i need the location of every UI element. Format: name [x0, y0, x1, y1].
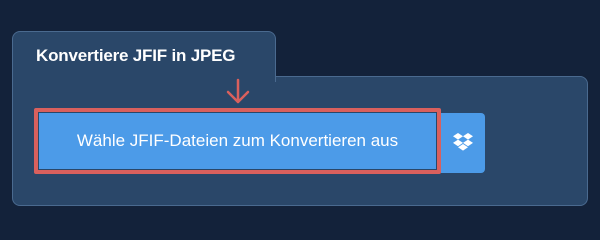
highlight-frame — [34, 108, 441, 174]
tab-title: Konvertiere JFIF in JPEG — [36, 46, 236, 65]
dropbox-icon — [453, 133, 473, 151]
arrow-down-icon — [226, 78, 250, 104]
dropbox-button[interactable] — [441, 113, 485, 173]
